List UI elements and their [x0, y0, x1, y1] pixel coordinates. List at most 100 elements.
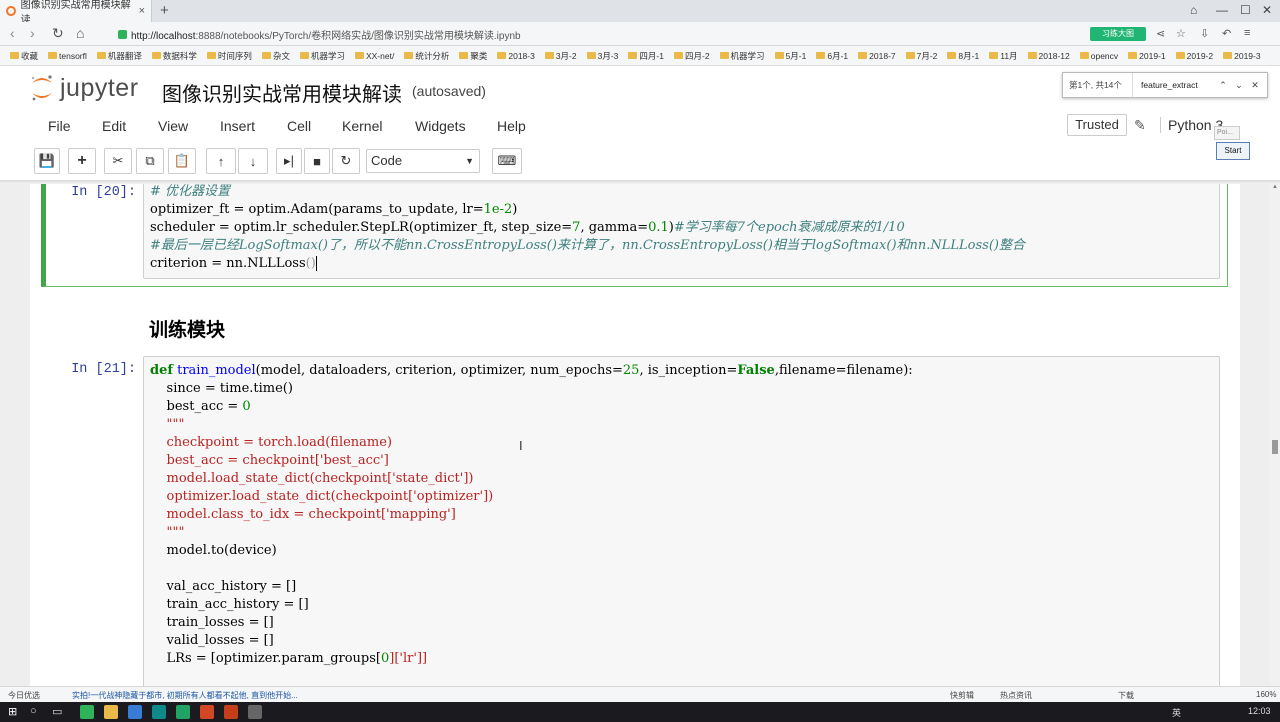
move-up-icon[interactable]: ↑ [206, 148, 236, 174]
app-icon[interactable] [128, 705, 142, 719]
bookmark-item[interactable]: 7月-2 [905, 50, 937, 62]
bookmark-item[interactable]: opencv [1079, 51, 1118, 61]
reload-icon[interactable]: ↻ [52, 25, 64, 42]
new-tab-button[interactable]: + [160, 2, 169, 19]
app-icon[interactable] [224, 705, 238, 719]
close-window-icon[interactable]: ✕ [1262, 3, 1272, 17]
restart-icon[interactable]: ↻ [332, 148, 360, 174]
bookmark-item[interactable]: 收藏 [10, 50, 38, 62]
bookmark-item[interactable]: 2018-12 [1027, 51, 1070, 61]
insert-cell-icon[interactable]: + [68, 148, 96, 174]
scrollbar-thumb[interactable] [1272, 440, 1278, 454]
cut-icon[interactable]: ✂ [104, 148, 132, 174]
menu-file[interactable]: File [48, 118, 71, 134]
status-download[interactable]: 下载 [1118, 690, 1134, 701]
app-icon[interactable] [248, 705, 262, 719]
find-prev-icon[interactable]: ⌃ [1215, 80, 1231, 91]
jupyter-logo-icon[interactable] [30, 74, 54, 102]
code-cell-20[interactable]: In [20]: # 优化器设置 optimizer_ft = optim.Ad… [42, 184, 1227, 282]
browser-app-icon[interactable] [80, 705, 94, 719]
menu-icon[interactable]: ≡ [1244, 27, 1250, 39]
scroll-up-icon[interactable]: ▲ [1272, 184, 1278, 190]
app-icon[interactable] [176, 705, 190, 719]
menu-widgets[interactable]: Widgets [415, 118, 466, 134]
menu-insert[interactable]: Insert [220, 118, 255, 134]
bookmark-item[interactable]: tensorfl [48, 51, 87, 61]
zoom-level[interactable]: 160% [1256, 690, 1276, 699]
bookmark-item[interactable]: 2018-3 [497, 51, 535, 61]
download-icon[interactable]: ⇩ [1200, 27, 1209, 40]
find-close-icon[interactable]: ✕ [1247, 80, 1263, 91]
find-next-icon[interactable]: ⌄ [1231, 80, 1247, 91]
star-icon[interactable]: ☆ [1176, 27, 1186, 40]
run-icon[interactable]: ▸| [276, 148, 302, 174]
save-icon[interactable]: 💾 [34, 148, 60, 174]
history-back-icon[interactable]: ↶ [1222, 27, 1231, 40]
back-icon[interactable]: ‹ [10, 25, 15, 41]
browser-tab[interactable]: 图像识别实战常用模块解读 × [0, 0, 152, 26]
windows-start-icon[interactable]: ⊞ [8, 705, 17, 718]
bookmark-item[interactable]: 时间序列 [206, 50, 252, 62]
cell-type-select[interactable]: Code ▼ [366, 149, 480, 173]
url-field[interactable]: http://localhost:8888/notebooks/PyTorch/… [118, 25, 1078, 43]
menu-cell[interactable]: Cell [287, 118, 311, 134]
bookmark-item[interactable]: 3月-2 [544, 50, 577, 62]
bookmark-item[interactable]: 四月-1 [628, 50, 664, 62]
bookmark-item[interactable]: 机器学习 [719, 50, 765, 62]
bookmark-item[interactable]: 数据科学 [151, 50, 197, 62]
bookmark-item[interactable]: 3月-3 [586, 50, 618, 62]
cell-input[interactable]: def train_model(model, dataloaders, crit… [143, 356, 1220, 686]
paste-icon[interactable]: 📋 [168, 148, 196, 174]
app-icon[interactable] [152, 705, 166, 719]
bookmark-item[interactable]: 杂文 [261, 50, 290, 62]
maximize-icon[interactable]: ☐ [1240, 3, 1251, 17]
explorer-app-icon[interactable] [104, 705, 118, 719]
status-hot-news[interactable]: 热点资讯 [1000, 690, 1032, 701]
menu-view[interactable]: View [158, 118, 188, 134]
app-icon[interactable] [200, 705, 214, 719]
bookmark-item[interactable]: 机器翻译 [96, 50, 142, 62]
cell-input[interactable]: # 优化器设置 optimizer_ft = optim.Adam(params… [143, 184, 1220, 279]
menu-edit[interactable]: Edit [102, 118, 126, 134]
bookmark-item[interactable]: 统计分析 [404, 50, 449, 62]
bookmark-item[interactable]: XX-net/ [354, 51, 394, 61]
bookmark-item[interactable]: 机器学习 [299, 50, 345, 62]
status-quick-edit[interactable]: 快剪辑 [950, 690, 974, 701]
minimize-icon[interactable]: — [1216, 3, 1228, 17]
pin-icon[interactable]: ⌂ [1190, 3, 1197, 17]
bookmark-item[interactable]: 2019-2 [1175, 51, 1213, 61]
find-input[interactable]: feature_extract [1133, 80, 1215, 90]
bookmark-item[interactable]: 2018-7 [858, 51, 896, 61]
task-view-icon[interactable]: ▭ [52, 705, 62, 718]
page-scrollbar[interactable]: ▲ [1270, 184, 1280, 686]
bookmark-item[interactable]: 8月-1 [947, 50, 979, 62]
move-down-icon[interactable]: ↓ [238, 148, 268, 174]
copy-icon[interactable]: ⧉ [136, 148, 164, 174]
keyboard-icon[interactable]: ⌨ [492, 148, 522, 174]
code-cell-21[interactable]: In [21]: def train_model(model, dataload… [42, 356, 1227, 686]
bookmark-item[interactable]: 2019-3 [1223, 51, 1261, 61]
status-news-ticker[interactable]: 实拍!一代战神隐藏于都市, 初期所有人都看不起他, 直到他开始... [72, 690, 298, 701]
bookmark-item[interactable]: 6月-1 [816, 50, 848, 62]
notebook-title[interactable]: 图像识别实战常用模块解读 [162, 78, 402, 107]
bookmark-item[interactable]: 2019-1 [1128, 51, 1166, 61]
interrupt-icon[interactable]: ■ [304, 148, 330, 174]
tab-close-icon[interactable]: × [139, 5, 145, 17]
bookmark-item[interactable]: 5月-1 [774, 50, 806, 62]
status-today-picks[interactable]: 今日优选 [8, 690, 40, 701]
jupyter-logo-text[interactable]: jupyter [60, 74, 139, 103]
pencil-icon[interactable]: ✎ [1134, 117, 1146, 134]
trusted-indicator[interactable]: Trusted [1067, 114, 1127, 136]
share-icon[interactable]: ⋖ [1156, 27, 1165, 40]
markdown-heading[interactable]: 训练模块 [149, 315, 225, 342]
clock[interactable]: 12:03 [1248, 706, 1271, 716]
menu-kernel[interactable]: Kernel [342, 118, 382, 134]
home-icon[interactable]: ⌂ [76, 25, 84, 41]
bookmark-item[interactable]: 聚类 [459, 50, 487, 62]
start-button[interactable]: Start [1216, 142, 1250, 160]
forward-icon[interactable]: › [30, 25, 35, 41]
extension-badge[interactable]: 习练大图 [1090, 27, 1146, 41]
bookmark-item[interactable]: 四月-2 [673, 50, 710, 62]
menu-help[interactable]: Help [497, 118, 526, 134]
ime-indicator[interactable]: 英 [1172, 706, 1181, 719]
